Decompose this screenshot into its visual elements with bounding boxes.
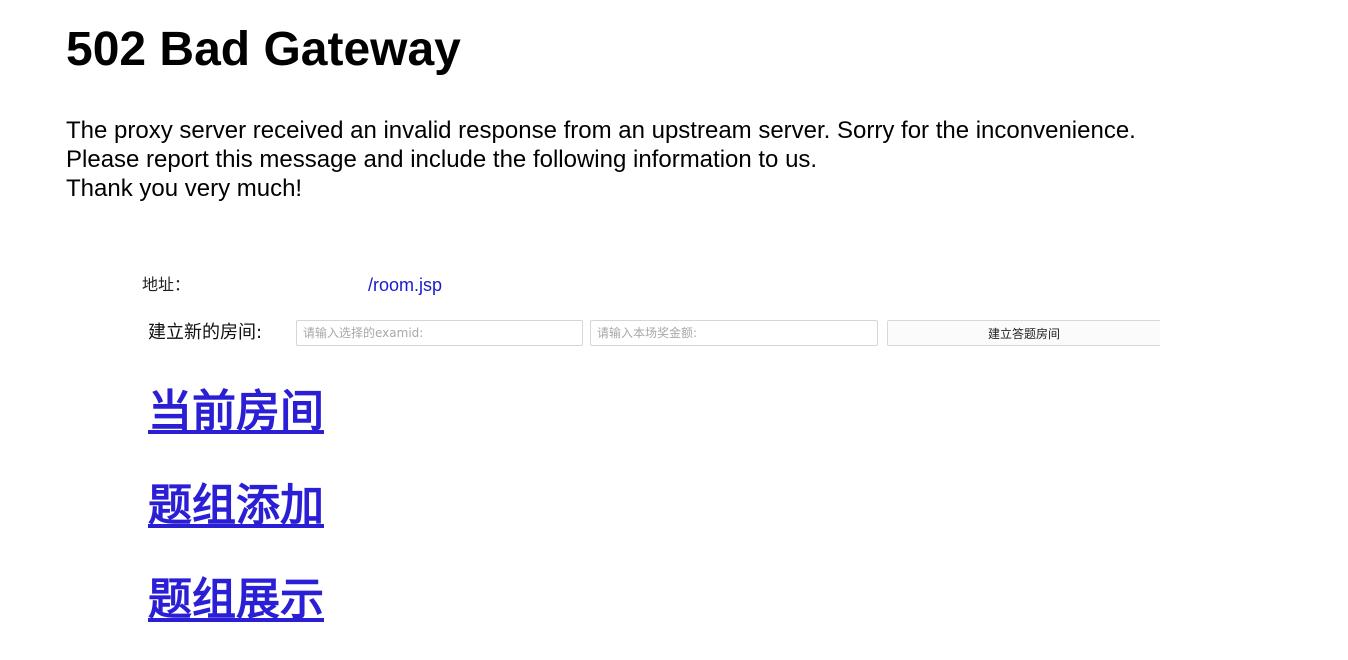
show-question-set-link[interactable]: 题组展示 (148, 572, 324, 628)
address-label: 地址： (142, 275, 191, 294)
prize-amount-input[interactable] (590, 320, 878, 346)
create-room-form: 建立新的房间: 建立答题房间 (148, 318, 1160, 350)
address-row: 地址： /room.jsp (142, 272, 842, 298)
add-question-set-link[interactable]: 题组添加 (148, 478, 324, 534)
error-message-line-3: Thank you very much! (66, 175, 303, 202)
error-message: The proxy server received an invalid res… (66, 116, 1136, 203)
error-title: 502 Bad Gateway (66, 23, 461, 76)
current-rooms-link[interactable]: 当前房间 (148, 384, 324, 440)
address-link[interactable]: /room.jsp (368, 272, 442, 298)
create-room-button[interactable]: 建立答题房间 (887, 320, 1160, 346)
examid-input[interactable] (296, 320, 583, 346)
create-room-label: 建立新的房间: (148, 322, 263, 343)
error-message-line-1: The proxy server received an invalid res… (66, 117, 1136, 144)
error-message-line-2: Please report this message and include t… (66, 146, 818, 173)
